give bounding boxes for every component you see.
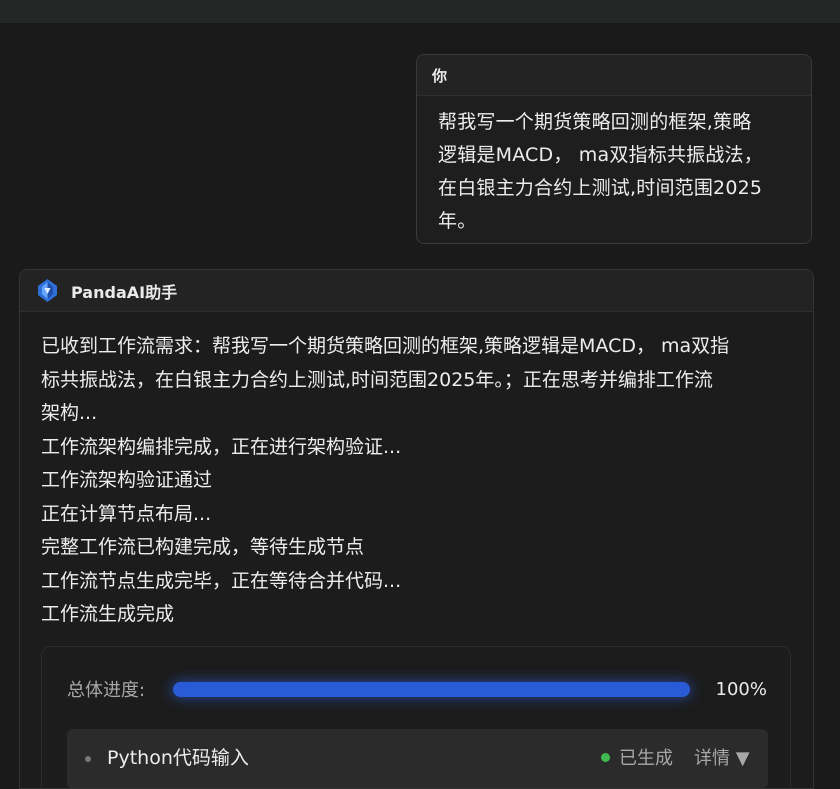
assistant-message-line: 架构...: [41, 402, 98, 424]
workflow-node-status: 已生成: [619, 748, 673, 769]
user-message-text: 帮我写一个期货策略回测的框架,策略 逻辑是MACD， ma双指标共振战法， 在白…: [417, 96, 811, 238]
workflow-node-row[interactable]: Python代码输入 已生成 详情 ▼: [67, 729, 768, 788]
assistant-message-text: 已收到工作流需求：帮我写一个期货策略回测的框架,策略逻辑是MACD， ma双指 …: [20, 312, 813, 632]
assistant-message-line: 工作流节点生成完毕，正在等待合并代码...: [41, 569, 402, 592]
overall-progress-row: 总体进度: 100%: [67, 674, 767, 704]
workflow-progress-panel: 总体进度: 100% Python代码输入 已生成 详情 ▼: [41, 646, 791, 788]
details-toggle-button[interactable]: 详情 ▼: [694, 744, 750, 770]
assistant-message-sender: PandaAI助手: [71, 282, 178, 302]
panda-ai-logo-icon: [38, 279, 57, 302]
assistant-message-card: PandaAI助手 已收到工作流需求：帮我写一个期货策略回测的框架,策略逻辑是M…: [19, 269, 814, 789]
assistant-message-line: 完整工作流已构建完成，等待生成节点: [41, 536, 365, 558]
overall-progress-track: [172, 681, 690, 697]
status-ok-icon: [601, 753, 610, 762]
user-message-sender: 你: [417, 55, 811, 96]
node-bullet-icon: [85, 756, 91, 762]
user-message-line: 帮我写一个期货策略回测的框架,策略: [438, 111, 752, 133]
assistant-message-line: 已收到工作流需求：帮我写一个期货策略回测的框架,策略逻辑是MACD， ma双指: [41, 335, 730, 357]
overall-progress-percent: 100%: [715, 678, 767, 700]
user-message-line: 在白银主力合约上测试,时间范围2025: [438, 177, 763, 199]
assistant-message-header: PandaAI助手: [20, 270, 813, 312]
assistant-message-line: 工作流架构验证通过: [41, 469, 213, 491]
workflow-node-name: Python代码输入: [107, 747, 249, 769]
overall-progress-label: 总体进度:: [67, 680, 146, 701]
assistant-message-line: 正在计算节点布局...: [41, 502, 212, 525]
top-bar: [0, 0, 840, 23]
assistant-message-line: 标共振战法，在白银主力合约上测试,时间范围2025年。；正在思考并编排工作流: [41, 368, 713, 391]
user-message-line: 年。: [438, 210, 477, 232]
user-message-line: 逻辑是MACD， ma双指标共振战法，: [438, 144, 763, 166]
assistant-message-line: 工作流生成完成: [41, 603, 175, 625]
user-message-card: 你 帮我写一个期货策略回测的框架,策略 逻辑是MACD， ma双指标共振战法， …: [416, 54, 812, 244]
overall-progress-fill: [172, 681, 690, 697]
assistant-message-line: 工作流架构编排完成，正在进行架构验证...: [41, 435, 402, 458]
